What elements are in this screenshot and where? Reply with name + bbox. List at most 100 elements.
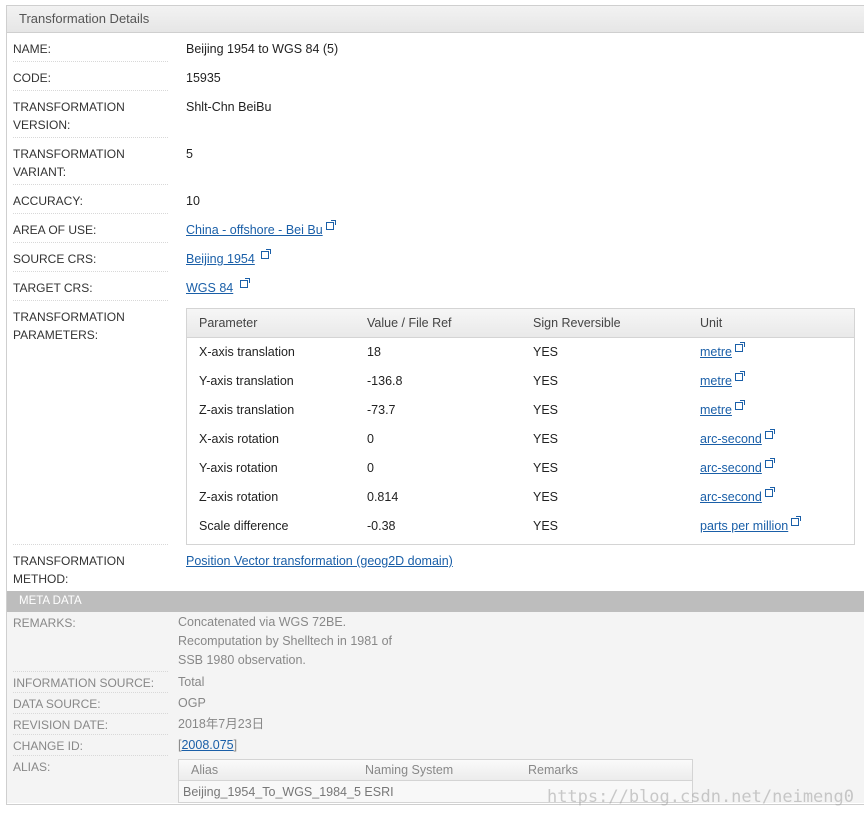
param-sign: YES [533,345,559,359]
variant-value: 5 [186,147,193,161]
source-crs-link[interactable]: Beijing 1954 [186,252,255,266]
param-unit: arc-second [688,483,854,512]
version-label-line2: VERSION: [13,118,71,132]
table-row: Z-axis rotation 0.814 YES arc-second [187,483,854,512]
unit-link[interactable]: metre [700,374,732,388]
source-crs-value: Beijing 1954 [186,243,272,272]
area-value: China - offshore - Bei Bu [186,214,336,243]
meta-data-title: META DATA [7,591,864,612]
unit-link[interactable]: arc-second [700,461,762,475]
parameters-table-header: Parameter Value / File Ref Sign Reversib… [187,309,854,338]
source-crs-label: SOURCE CRS: [13,243,168,272]
param-unit: metre [688,367,854,396]
param-name: Scale difference [199,519,289,533]
variant-label-line2: VARIANT: [13,165,67,179]
info-source-value: Total [178,675,205,689]
alias-value: Beijing_1954_To_WGS_1984_5 [183,785,361,799]
alias-naming-system: ESRI [364,785,394,799]
header-unit: Unit [700,316,723,330]
param-value: -136.8 [367,374,403,388]
panel-title: Transformation Details [7,5,864,33]
parameters-table: Parameter Value / File Ref Sign Reversib… [186,308,855,545]
variant-label: TRANSFORMATION VARIANT: [13,138,168,185]
version-value: Shlt-Chn BeiBu [186,100,272,114]
data-source-label: DATA SOURCE: [13,693,168,714]
external-link-icon[interactable] [764,458,775,468]
table-row: X-axis translation 18 YES metre [187,338,854,367]
row-code: CODE: 15935 [7,62,864,91]
params-label-line2: PARAMETERS: [13,328,99,342]
table-row: X-axis rotation 0 YES arc-second [187,425,854,454]
row-variant: TRANSFORMATION VARIANT: 5 [7,138,864,185]
accuracy-value: 10 [186,194,200,208]
params-label: TRANSFORMATION PARAMETERS: [13,301,168,545]
remarks-line3: SSB 1980 observation. [178,653,306,667]
param-sign: YES [533,374,559,388]
param-sign: YES [533,403,559,417]
param-name: Z-axis translation [199,403,295,417]
row-name: NAME: Beijing 1954 to WGS 84 (5) [7,33,864,62]
unit-link[interactable]: parts per million [700,519,788,533]
method-link[interactable]: Position Vector transformation (geog2D d… [186,554,453,568]
unit-link[interactable]: arc-second [700,490,762,504]
meta-row-change-id: CHANGE ID: [2008.075] [7,735,864,756]
unit-link[interactable]: metre [700,345,732,359]
meta-row-data-source: DATA SOURCE: OGP [7,693,864,714]
param-sign: YES [533,519,559,533]
external-link-icon[interactable] [734,342,745,352]
remarks-line1: Concatenated via WGS 72BE. [178,615,347,629]
param-name: X-axis translation [199,345,295,359]
external-link-icon[interactable] [764,429,775,439]
param-value: 0.814 [367,490,399,504]
row-params: TRANSFORMATION PARAMETERS: Parameter Val… [7,301,864,545]
alias-header-alias: Alias [191,763,219,777]
revision-date-value: 2018年7月23日 [178,717,265,731]
target-crs-link[interactable]: WGS 84 [186,281,233,295]
alias-label: ALIAS: [13,760,51,774]
name-value: Beijing 1954 to WGS 84 (5) [186,42,339,56]
param-unit: metre [688,338,854,367]
param-value: 0 [367,432,374,446]
version-label-line1: TRANSFORMATION [13,100,125,114]
meta-data-section: META DATA REMARKS: Concatenated via WGS … [7,591,864,803]
version-label: TRANSFORMATION VERSION: [13,91,168,138]
change-id-link[interactable]: 2008.075 [181,738,233,752]
data-source-value: OGP [178,696,206,710]
row-area: AREA OF USE: China - offshore - Bei Bu [7,214,864,243]
area-link[interactable]: China - offshore - Bei Bu [186,223,323,237]
row-version: TRANSFORMATION VERSION: Shlt-Chn BeiBu [7,91,864,138]
row-method: TRANSFORMATION METHOD: Position Vector t… [7,545,864,591]
params-label-line1: TRANSFORMATION [13,310,125,324]
param-name: Y-axis rotation [199,461,278,475]
meta-row-revision-date: REVISION DATE: 2018年7月23日 [7,714,864,735]
external-link-icon[interactable] [325,220,336,230]
revision-date-label: REVISION DATE: [13,714,168,735]
accuracy-label: ACCURACY: [13,185,168,214]
param-unit: metre [688,396,854,425]
meta-row-remarks: REMARKS: Concatenated via WGS 72BE. Reco… [7,612,864,672]
external-link-icon[interactable] [734,400,745,410]
row-accuracy: ACCURACY: 10 [7,185,864,214]
transformation-details-panel: Transformation Details NAME: Beijing 195… [6,5,864,805]
param-sign: YES [533,432,559,446]
external-link-icon[interactable] [791,516,802,526]
external-link-icon[interactable] [239,278,250,288]
name-label: NAME: [13,33,168,62]
external-link-icon[interactable] [734,371,745,381]
header-value: Value / File Ref [367,316,452,330]
change-id-label: CHANGE ID: [13,735,168,756]
method-value: Position Vector transformation (geog2D d… [186,545,453,591]
unit-link[interactable]: arc-second [700,432,762,446]
external-link-icon[interactable] [261,249,272,259]
remarks-label: REMARKS: [13,612,168,672]
header-parameter: Parameter [199,316,258,330]
remarks-value: Concatenated via WGS 72BE. Recomputation… [178,612,392,672]
unit-link[interactable]: metre [700,403,732,417]
table-row: Z-axis translation -73.7 YES metre [187,396,854,425]
param-sign: YES [533,490,559,504]
target-crs-label: TARGET CRS: [13,272,168,301]
method-label: TRANSFORMATION METHOD: [13,545,168,591]
code-label: CODE: [13,62,168,91]
external-link-icon[interactable] [764,487,775,497]
alias-header-remarks: Remarks [528,763,579,777]
